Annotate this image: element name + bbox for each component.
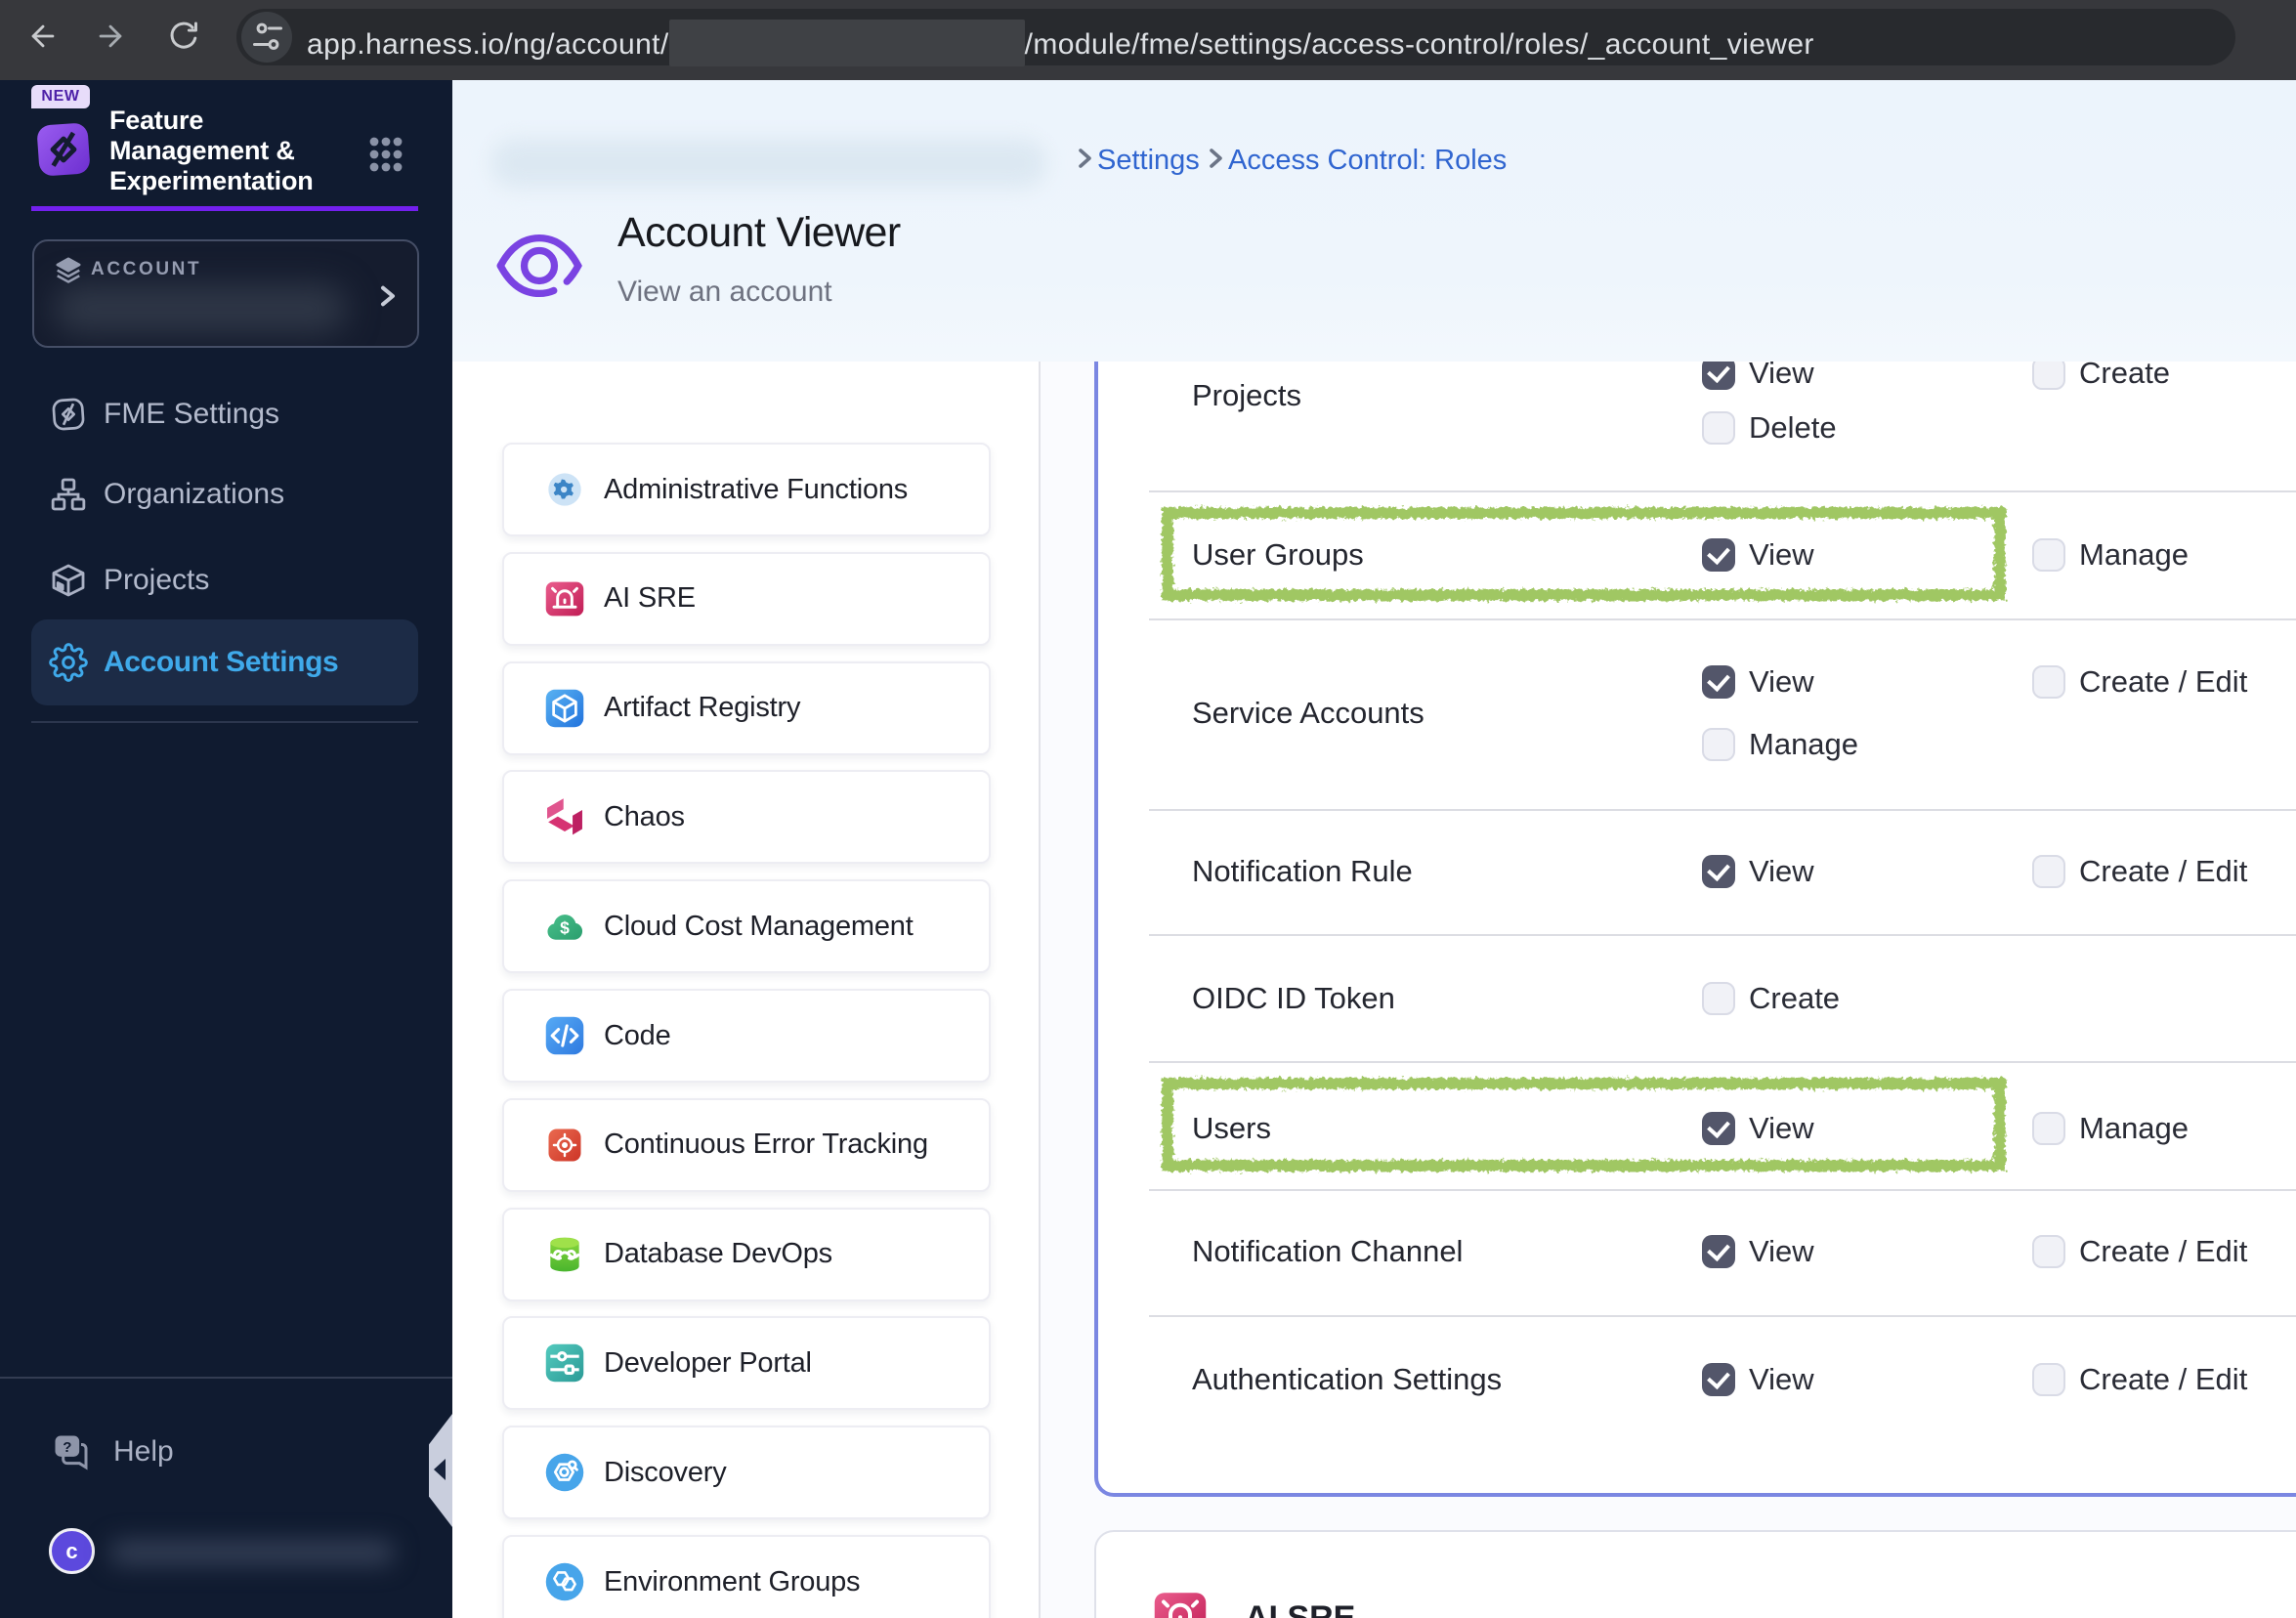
svg-text:?: ?: [63, 1439, 71, 1456]
svg-text:$: $: [560, 918, 570, 938]
